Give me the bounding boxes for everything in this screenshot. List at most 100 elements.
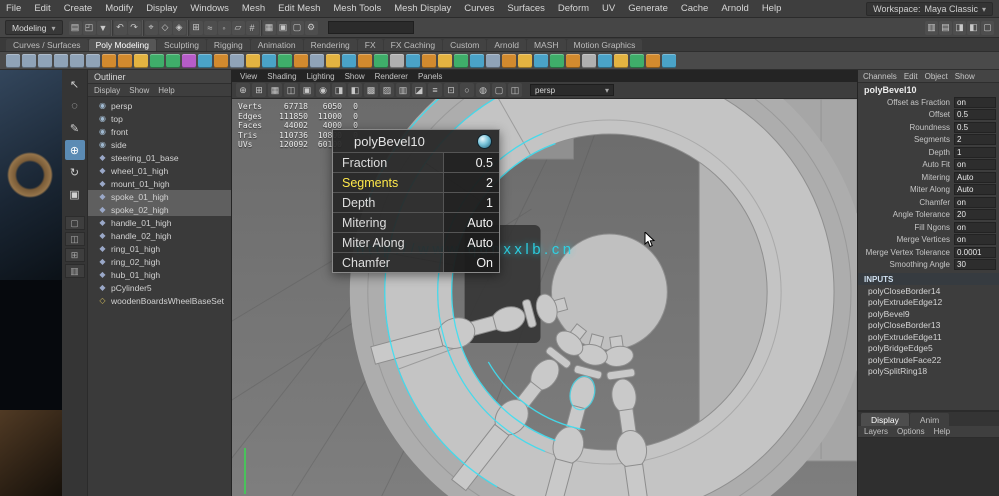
- outliner-item[interactable]: ◆ pCylinder5: [88, 281, 231, 294]
- channel-box-menu-item[interactable]: Object: [925, 72, 948, 81]
- shelf-tool-icon[interactable]: [534, 53, 548, 68]
- viewport-menu-item[interactable]: Lighting: [307, 72, 335, 81]
- divider[interactable]: [186, 19, 189, 36]
- node-options-icon[interactable]: [477, 133, 492, 149]
- ipr-render-icon[interactable]: ▢: [290, 20, 304, 35]
- viewport-menu-item[interactable]: View: [240, 72, 257, 81]
- outliner-item[interactable]: ◉ side: [88, 138, 231, 151]
- layout-outliner-persp-button[interactable]: ▥: [64, 264, 85, 278]
- menu-item[interactable]: Curves: [464, 3, 494, 14]
- render-settings-icon[interactable]: ⚙: [304, 20, 318, 35]
- safe-action-icon[interactable]: ◨: [332, 83, 346, 97]
- snap-to-view-icon[interactable]: #: [245, 20, 259, 35]
- viewport-menu-item[interactable]: Renderer: [375, 72, 408, 81]
- outliner-item[interactable]: ◆ steering_01_base: [88, 151, 231, 164]
- history-node[interactable]: polyExtrudeFace22: [858, 354, 999, 366]
- undo-icon[interactable]: ↶: [113, 20, 127, 35]
- menu-item[interactable]: Create: [64, 3, 93, 14]
- snap-to-grid-icon[interactable]: ⊞: [189, 20, 203, 35]
- shelf-tool-icon[interactable]: [118, 53, 132, 68]
- hud-attribute-label[interactable]: Depth: [333, 196, 375, 210]
- shaded-icon[interactable]: ▨: [380, 83, 394, 97]
- shelf-tool-icon[interactable]: [6, 53, 20, 68]
- outliner-item[interactable]: ◆ spoke_02_high: [88, 203, 231, 216]
- history-node[interactable]: polyCloseBorder13: [858, 320, 999, 332]
- shelf-tool-icon[interactable]: [22, 53, 36, 68]
- viewport-canvas[interactable]: Verts 67718 6050 0 Edges 111850 11000 0 Faces 4…: [232, 99, 857, 496]
- select-by-hierarchy-icon[interactable]: ⌖: [144, 20, 158, 35]
- menu-item[interactable]: Arnold: [721, 3, 748, 14]
- shelf-tool-icon[interactable]: [262, 53, 276, 68]
- depth-of-field-icon[interactable]: ▢: [492, 83, 506, 97]
- menu-item[interactable]: Windows: [190, 3, 229, 14]
- shelf-tool-icon[interactable]: [38, 53, 52, 68]
- shelf-tool-icon[interactable]: [550, 53, 564, 68]
- shelf-tab[interactable]: Sculpting: [156, 39, 206, 51]
- layer-list[interactable]: [858, 438, 999, 496]
- menu-item[interactable]: Display: [146, 3, 177, 14]
- attribute-value[interactable]: on: [954, 196, 996, 208]
- move-tool[interactable]: ⊕: [64, 140, 85, 160]
- layer-editor-menu-item[interactable]: Layers: [864, 427, 888, 436]
- menu-item[interactable]: Mesh Tools: [333, 3, 381, 14]
- outliner-item[interactable]: ◉ top: [88, 112, 231, 125]
- attribute-editor-icon[interactable]: ◨: [953, 20, 966, 35]
- outliner-item[interactable]: ◆ hub_01_high: [88, 268, 231, 281]
- outliner-item[interactable]: ◉ persp: [88, 99, 231, 112]
- shelf-tool-icon[interactable]: [502, 53, 516, 68]
- select-by-component-icon[interactable]: ◈: [172, 20, 186, 35]
- hud-attribute-value[interactable]: 0.5: [443, 153, 499, 172]
- resolution-gate-icon[interactable]: ◫: [284, 83, 298, 97]
- tool-settings-icon[interactable]: ◧: [967, 20, 980, 35]
- menu-item[interactable]: Edit: [34, 3, 50, 14]
- channel-box-menu-item[interactable]: Channels: [863, 72, 897, 81]
- shelf-tab[interactable]: Rigging: [206, 39, 250, 51]
- layout-single-pane-button[interactable]: ▢: [64, 216, 85, 230]
- history-node[interactable]: polyBridgeEdge5: [858, 343, 999, 355]
- modeling-toolkit-icon[interactable]: ▥: [925, 20, 938, 35]
- history-node[interactable]: polyExtrudeEdge11: [858, 331, 999, 343]
- hud-attribute-label[interactable]: Mitering: [333, 216, 386, 230]
- attribute-value[interactable]: 20: [954, 209, 996, 221]
- history-node[interactable]: polySplitRing18: [858, 366, 999, 378]
- attribute-value[interactable]: 30: [954, 259, 996, 271]
- hud-attribute-label[interactable]: Segments: [333, 176, 398, 190]
- shelf-tool-icon[interactable]: [150, 53, 164, 68]
- layer-editor-tab[interactable]: Anim: [909, 413, 950, 426]
- scale-tool[interactable]: ▣: [65, 184, 85, 204]
- render-icon[interactable]: ▣: [276, 20, 290, 35]
- shelf-tool-icon[interactable]: [614, 53, 628, 68]
- shelf-tool-icon[interactable]: [198, 53, 212, 68]
- layer-editor-menu-item[interactable]: Help: [934, 427, 950, 436]
- layer-editor-menu-item[interactable]: Options: [897, 427, 925, 436]
- shelf-tab[interactable]: Arnold: [487, 39, 526, 51]
- shelf-tool-icon[interactable]: [214, 53, 228, 68]
- attribute-value[interactable]: Auto: [954, 171, 996, 183]
- outliner-item[interactable]: ◆ ring_02_high: [88, 255, 231, 268]
- shelf-tool-icon[interactable]: [646, 53, 660, 68]
- attribute-value[interactable]: on: [954, 221, 996, 233]
- lasso-tool[interactable]: ◌: [65, 96, 85, 116]
- shelf-tool-icon[interactable]: [582, 53, 596, 68]
- shelf-tab[interactable]: Curves / Surfaces: [6, 39, 88, 51]
- multisample-icon[interactable]: ◍: [476, 83, 490, 97]
- attribute-value[interactable]: 0.5: [954, 121, 996, 133]
- shelf-tool-icon[interactable]: [422, 53, 436, 68]
- shelf-tool-icon[interactable]: [70, 53, 84, 68]
- shelf-tool-icon[interactable]: [54, 53, 68, 68]
- open-scene-icon[interactable]: ◰: [82, 20, 96, 35]
- menu-item[interactable]: File: [6, 3, 21, 14]
- history-node[interactable]: polyBevel9: [858, 308, 999, 320]
- menu-item[interactable]: UV: [602, 3, 615, 14]
- shelf-tool-icon[interactable]: [326, 53, 340, 68]
- camera-selector[interactable]: persp: [530, 84, 614, 96]
- attribute-value[interactable]: 0.5: [954, 109, 996, 121]
- outliner-menu-item[interactable]: Show: [129, 86, 149, 95]
- shelf-tool-icon[interactable]: [566, 53, 580, 68]
- shelf-tool-icon[interactable]: [470, 53, 484, 68]
- divider[interactable]: [141, 19, 144, 36]
- shelf-tab[interactable]: FX Caching: [383, 39, 443, 51]
- menu-item[interactable]: Edit Mesh: [278, 3, 320, 14]
- shelf-tool-icon[interactable]: [374, 53, 388, 68]
- attribute-value[interactable]: on: [954, 234, 996, 246]
